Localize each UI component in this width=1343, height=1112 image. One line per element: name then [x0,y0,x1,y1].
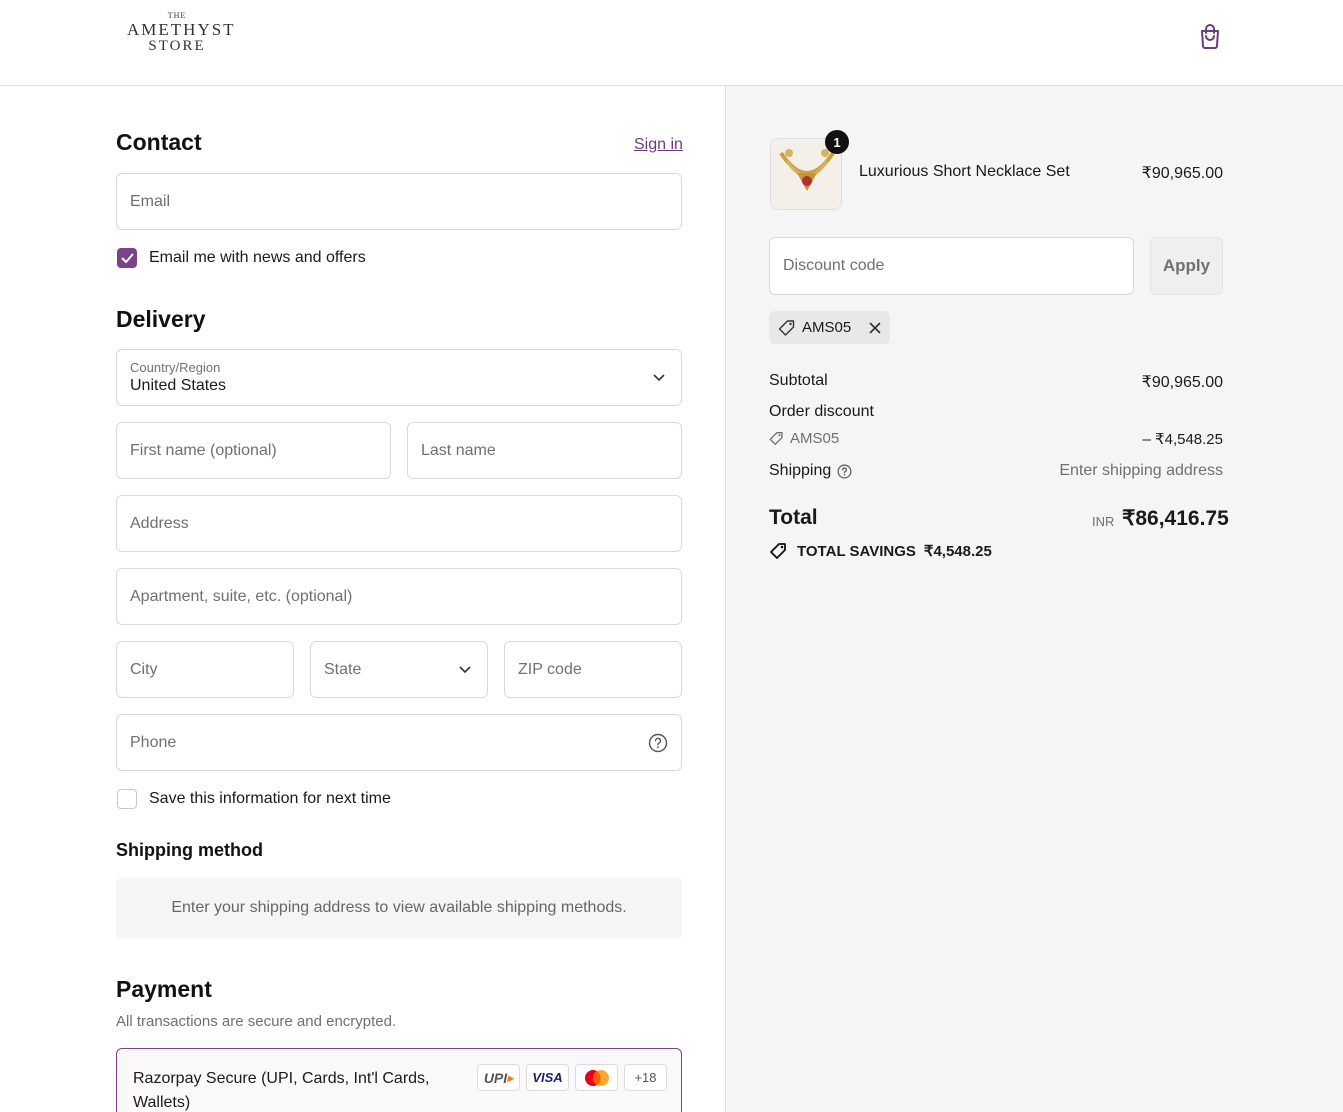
tag-icon [778,319,795,336]
remove-discount-button[interactable] [869,321,881,334]
first-name-field[interactable]: First name (optional) [116,422,391,479]
phone-placeholder: Phone [130,733,177,751]
upi-badge: UPI ▸ [477,1064,520,1091]
subtotal-label: Subtotal [769,372,828,389]
logo-line-2: AMETHYST [127,20,236,39]
mastercard-badge [575,1064,618,1091]
subtotal-value: ₹90,965.00 [1141,374,1223,391]
order-discount-code-row: AMS05 [769,430,839,447]
address-field[interactable]: Address [116,495,682,552]
payment-option-razorpay[interactable]: Razorpay Secure (UPI, Cards, Int'l Cards… [116,1048,682,1112]
close-icon [869,321,881,334]
country-value: United States [130,376,227,394]
shipping-value: Enter shipping address [1059,462,1223,479]
logo-line-1: THE [167,11,187,20]
tag-icon [769,432,783,445]
discount-code-placeholder: Discount code [783,257,885,274]
checkmark-icon [120,253,134,263]
apply-discount-button[interactable]: Apply [1150,237,1223,295]
email-placeholder: Email [130,192,171,210]
chevron-down-icon [459,665,471,673]
total-value: ₹86,416.75 [1122,507,1229,530]
phone-field[interactable]: Phone [116,714,682,771]
payment-title: Payment [116,976,212,1002]
order-discount-code: AMS05 [790,430,840,447]
zip-field[interactable]: ZIP code [504,641,682,698]
apartment-field[interactable]: Apartment, suite, etc. (optional) [116,568,682,625]
product-price: ₹90,965.00 [1141,165,1223,182]
visa-badge: VISA [526,1064,569,1091]
help-circle-icon[interactable] [648,733,668,753]
order-discount-label: Order discount [769,403,874,420]
payment-subtitle: All transactions are secure and encrypte… [116,1013,397,1030]
contact-title: Contact [116,129,202,155]
total-savings-row: TOTAL SAVINGS ₹4,548.25 [769,542,992,560]
applied-discount-code: AMS05 [802,319,852,336]
last-name-placeholder: Last name [421,441,496,459]
total-currency: INR [1092,514,1115,529]
save-info-label: Save this information for next time [149,790,391,807]
shipping-method-note: Enter your shipping address to view avai… [116,877,682,939]
site-header: THE AMETHYST STORE [0,0,1343,86]
order-discount-value: – ₹4,548.25 [1142,431,1223,448]
delivery-title: Delivery [116,306,206,332]
chevron-down-icon [653,373,665,381]
save-info-checkbox[interactable] [117,789,137,809]
city-field[interactable]: City [116,641,294,698]
upi-badge-text: UPI [483,1069,508,1086]
city-placeholder: City [130,660,158,678]
more-methods-badge: +18 [624,1064,667,1091]
total-label: Total [769,506,818,529]
total-savings-label: TOTAL SAVINGS [797,542,916,560]
product-name: Luxurious Short Necklace Set [859,163,1070,180]
savings-tag-icon [770,543,786,559]
last-name-field[interactable]: Last name [407,422,682,479]
help-circle-icon[interactable] [837,464,852,479]
shopping-bag-icon [1201,24,1219,49]
state-select[interactable]: State [310,641,488,698]
sign-in-link[interactable]: Sign in [634,136,683,154]
discount-code-field[interactable]: Discount code [769,237,1134,295]
product-quantity-badge: 1 [825,130,849,154]
payment-option-label: Razorpay Secure (UPI, Cards, Int'l Cards… [133,1070,430,1111]
first-name-placeholder: First name (optional) [130,441,277,459]
shipping-method-title: Shipping method [116,840,263,860]
applied-discount-chip: AMS05 [769,311,890,344]
state-placeholder: State [324,660,362,678]
shipping-label: Shipping [769,462,832,479]
logo-line-3: STORE [148,38,206,54]
news-offers-label: Email me with news and offers [149,249,366,266]
address-placeholder: Address [130,514,189,532]
country-select[interactable]: Country/Region United States [116,349,682,406]
country-label: Country/Region [130,359,221,375]
store-logo[interactable]: THE AMETHYST STORE [127,11,236,54]
shipping-row: Shipping [769,462,852,480]
apartment-placeholder: Apartment, suite, etc. (optional) [130,587,353,605]
news-offers-checkbox[interactable] [117,248,137,268]
zip-placeholder: ZIP code [518,660,582,678]
email-field[interactable]: Email [116,173,682,230]
mastercard-icon [584,1069,609,1086]
total-savings-value: ₹4,548.25 [923,543,992,560]
cart-button[interactable] [1196,22,1224,50]
